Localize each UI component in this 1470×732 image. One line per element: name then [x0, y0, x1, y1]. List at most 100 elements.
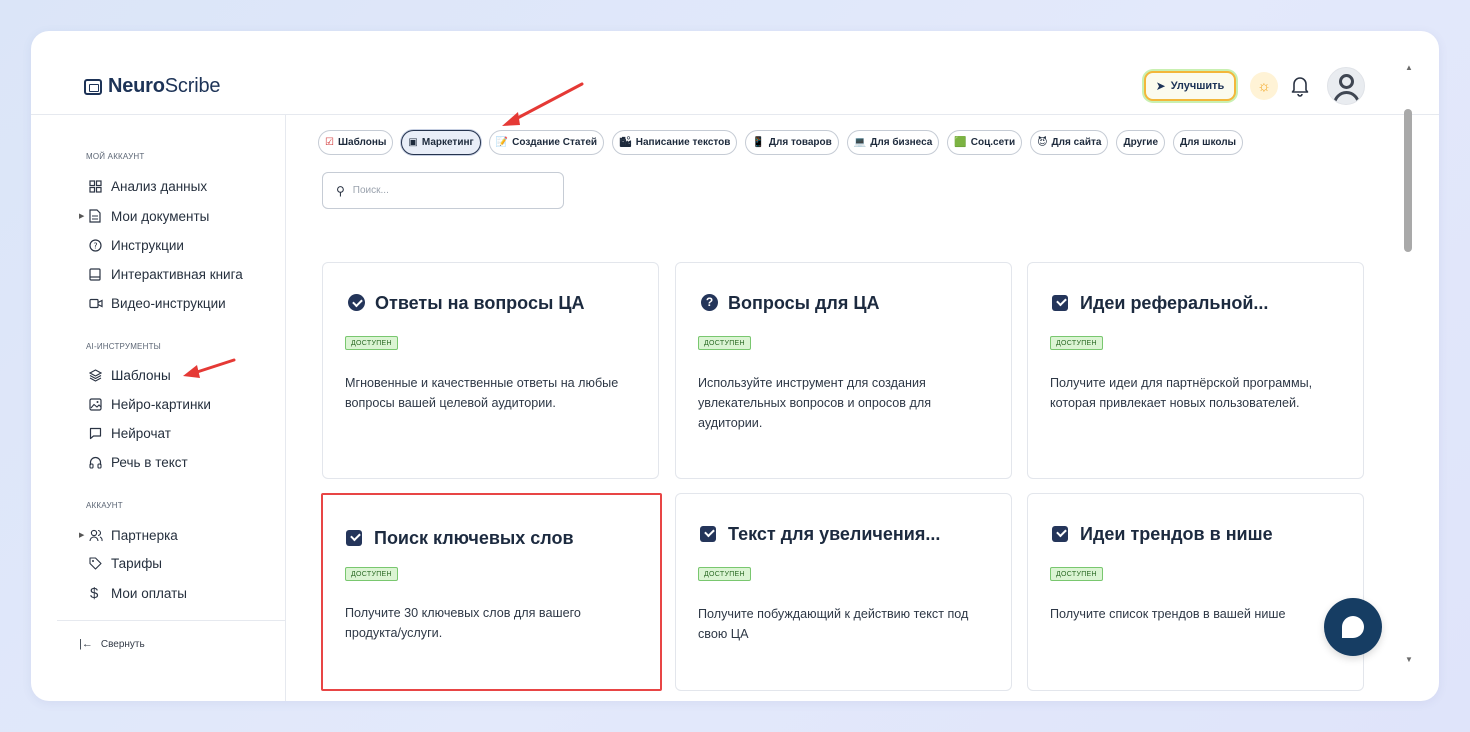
city-icon: 🏙 — [619, 137, 632, 148]
chip-templates[interactable]: ☑ Шаблоны — [318, 130, 394, 155]
image-icon — [89, 397, 111, 411]
rocket-icon: ➤ — [1155, 79, 1166, 93]
card-title: Идеи трендов в нише — [1080, 524, 1273, 544]
logo-text: NeuroScribe — [108, 75, 221, 97]
card-title: Поиск ключевых слов — [374, 528, 574, 548]
marketing-icon: ▣ — [408, 137, 418, 148]
chat-icon — [89, 427, 111, 440]
sidebar-item-label: Шаблоны — [111, 367, 171, 383]
checkbox-icon — [1052, 525, 1072, 545]
collapse-arrow-icon: |← — [79, 638, 93, 650]
avatar-head-icon — [1339, 74, 1354, 89]
sidebar-item-speech-to-text[interactable]: Речь в текст — [79, 451, 188, 473]
layers-icon — [89, 368, 111, 382]
chip-social[interactable]: 🟩 Соц.сети — [947, 130, 1023, 155]
avatar[interactable] — [1327, 67, 1365, 105]
grid-icon — [89, 179, 111, 193]
video-icon — [89, 298, 111, 309]
sidebar-item-tariffs[interactable]: Тарифы — [79, 552, 162, 574]
collapse-sidebar-button[interactable]: |← Свернуть — [79, 638, 145, 650]
category-chips: ☑ Шаблоны ▣ Маркетинг 📝 Создание Статей 🏙 На… — [318, 130, 1244, 156]
caret-right-icon: ▶ — [79, 213, 85, 220]
sidebar-item-data-analysis[interactable]: Анализ данных — [79, 175, 207, 197]
card-description: Получите побуждающий к действию текст по… — [698, 607, 969, 641]
chip-products[interactable]: 📱 Для товаров — [745, 130, 839, 155]
chip-label: Шаблоны — [337, 137, 387, 148]
help-circle-icon: ? — [89, 238, 111, 252]
chip-label: Другие — [1123, 137, 1159, 148]
scroll-up-icon[interactable]: ▲ — [1405, 63, 1413, 72]
chip-articles[interactable]: 📝 Создание Статей — [488, 130, 605, 155]
chip-other[interactable]: Другие — [1116, 130, 1166, 155]
dollar-icon: $ — [90, 584, 99, 602]
chip-label: Создание Статей — [512, 137, 598, 148]
template-card[interactable]: Идеи трендов в нише доступен Получите сп… — [1027, 493, 1364, 691]
chip-label: Для товаров — [768, 137, 832, 148]
scroll-down-icon[interactable]: ▼ — [1405, 655, 1413, 664]
sidebar-item-neuro-images[interactable]: Нейро-картинки — [79, 393, 211, 415]
devil-icon: 😈 — [1037, 137, 1048, 148]
book-icon — [89, 267, 111, 281]
chip-label: Написание текстов — [635, 137, 731, 148]
card-description: Получите 30 ключевых слов для вашего про… — [345, 606, 581, 640]
checkbox-icon — [700, 525, 720, 545]
sidebar-item-my-documents[interactable]: ▶ Мои документы — [79, 205, 209, 227]
sidebar-item-label: Тарифы — [111, 555, 163, 571]
sidebar-item-instructions[interactable]: ? Инструкции — [79, 234, 184, 256]
template-card-highlighted[interactable]: Поиск ключевых слов доступен Получите 30… — [321, 493, 662, 691]
status-badge: доступен — [698, 336, 751, 350]
search-box[interactable]: ⚲ — [322, 172, 564, 209]
svg-text:?: ? — [93, 241, 97, 250]
laptop-icon: 💻 — [853, 137, 867, 148]
chip-label: Для бизнеса — [870, 137, 933, 148]
chip-label: Для сайта — [1051, 137, 1102, 148]
chip-website[interactable]: 😈 Для сайта — [1030, 130, 1109, 155]
question-icon — [700, 293, 720, 314]
sidebar-item-label: Мои оплаты — [111, 585, 187, 601]
card-title: Идеи реферальной... — [1080, 293, 1269, 313]
bell-icon[interactable] — [1290, 75, 1310, 97]
card-description: Получите список трендов в вашей нише — [1050, 607, 1286, 621]
sidebar-item-video-instructions[interactable]: Видео-инструкции — [79, 292, 226, 314]
chip-marketing[interactable]: ▣ Маркетинг — [401, 130, 481, 155]
headphones-icon — [89, 456, 111, 469]
chip-school[interactable]: Для школы — [1173, 130, 1244, 155]
tag-icon — [89, 556, 111, 570]
section-title-my-account: МОЙ АККАУНТ — [86, 152, 145, 161]
template-card[interactable]: Текст для увеличения... доступен Получит… — [675, 493, 1012, 691]
logo[interactable]: NeuroScribe — [84, 75, 220, 98]
template-card[interactable]: Идеи реферальной... доступен Получите ид… — [1027, 262, 1364, 479]
phone-icon: 📱 — [752, 137, 765, 148]
status-badge: доступен — [698, 567, 751, 581]
chip-business[interactable]: 💻 Для бизнеса — [846, 130, 940, 155]
sidebar-item-my-payments[interactable]: $ Мои оплаты — [79, 582, 187, 604]
status-badge: доступен — [1050, 567, 1103, 581]
chip-text-writing[interactable]: 🏙 Написание текстов — [612, 130, 738, 155]
sidebar-item-templates[interactable]: Шаблоны — [79, 364, 171, 386]
collapse-label: Свернуть — [100, 638, 145, 650]
search-input[interactable] — [352, 185, 533, 196]
template-card[interactable]: Вопросы для ЦА доступен Используйте инст… — [675, 262, 1012, 479]
sidebar-item-label: Партнерка — [111, 527, 178, 543]
upgrade-button[interactable]: ➤ Улучшить — [1144, 71, 1236, 101]
chip-label: Маркетинг — [421, 137, 474, 148]
sidebar-item-neurochat[interactable]: Нейрочат — [79, 422, 171, 444]
scrollbar-thumb[interactable] — [1404, 109, 1412, 252]
sidebar-divider — [57, 620, 286, 621]
sidebar-item-label: Анализ данных — [111, 178, 208, 194]
sidebar-item-interactive-book[interactable]: Интерактивная книга — [79, 263, 243, 285]
card-description: Получите идеи для партнёрской программы,… — [1050, 376, 1313, 410]
sidebar: МОЙ АККАУНТ Анализ данных ▶ Мои документ… — [57, 115, 286, 701]
chip-label: Соц.сети — [970, 137, 1016, 148]
users-icon — [89, 529, 111, 542]
sidebar-item-label: Нейро-картинки — [111, 396, 211, 412]
chat-support-button[interactable] — [1324, 598, 1382, 656]
scrollbar[interactable]: ▲ ▼ — [1403, 63, 1417, 664]
card-description: Мгновенные и качественные ответы на любы… — [345, 376, 619, 410]
app-window: NeuroScribe ➤ Улучшить ☼ МОЙ АККАУНТ Ана… — [31, 31, 1439, 701]
sidebar-item-label: Мои документы — [111, 208, 210, 224]
theme-toggle-sun-icon[interactable]: ☼ — [1250, 72, 1278, 100]
main-content: ☑ Шаблоны ▣ Маркетинг 📝 Создание Статей 🏙 На… — [287, 115, 1402, 701]
sidebar-item-partner[interactable]: ▶ Партнерка — [79, 524, 178, 546]
template-card[interactable]: Ответы на вопросы ЦА доступен Мгновенные… — [322, 262, 659, 479]
